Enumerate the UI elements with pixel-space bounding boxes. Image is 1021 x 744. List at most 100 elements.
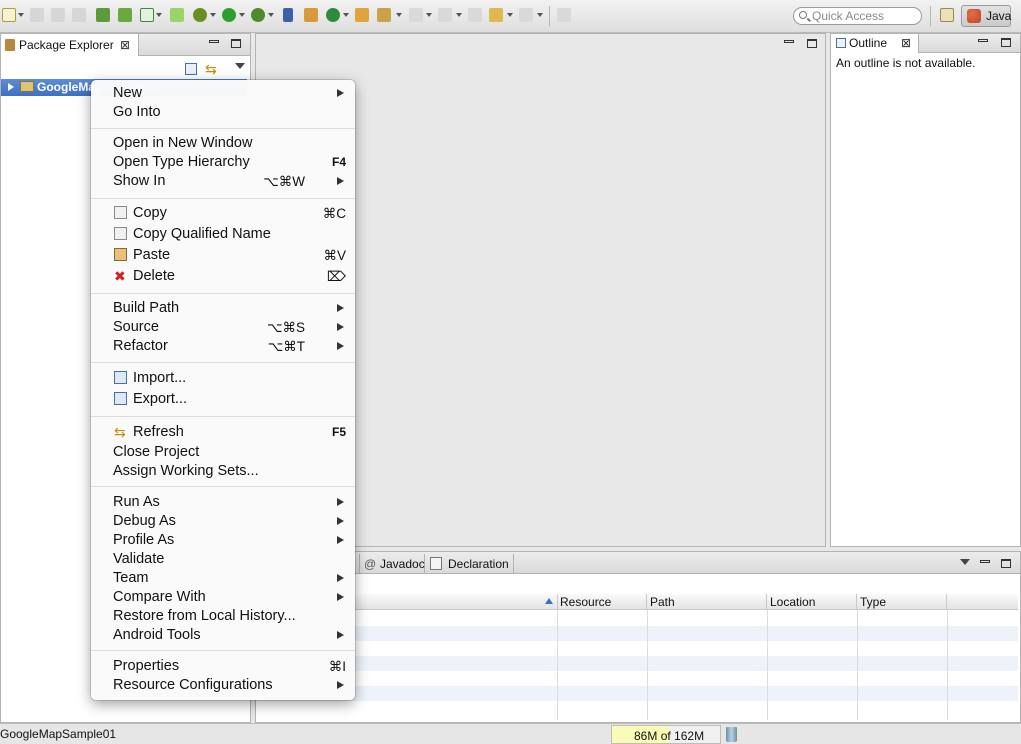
submenu-arrow-icon [337,574,344,582]
external-tools-dropdown-icon[interactable] [268,13,274,17]
menu-item-label: Copy Qualified Name [133,226,271,242]
link-with-editor-icon[interactable]: ⇆ [205,61,217,78]
editor-minimize-icon[interactable] [784,40,794,43]
menu-item-delete[interactable]: ✖ Delete ⌦ [91,267,355,286]
new-wizard-icon[interactable] [2,8,16,22]
skip-breakpoints-icon[interactable] [283,8,293,22]
menu-item-close-project[interactable]: Close Project [91,443,355,462]
pin-editor-icon[interactable] [557,8,571,22]
menu-item-restore-from-local-history[interactable]: Restore from Local History... [91,607,355,626]
heap-used-value: 86M [634,729,658,743]
menu-item-refactor[interactable]: Refactor ⌥⌘T [91,337,355,356]
menu-item-team[interactable]: Team [91,569,355,588]
lint-dropdown-icon[interactable] [156,13,162,17]
menu-separator [91,128,355,129]
outline-minimize-icon[interactable] [978,39,988,42]
android-avd-manager-icon[interactable] [118,8,132,22]
menu-item-profile-as[interactable]: Profile As [91,531,355,550]
debug-dropdown-icon[interactable] [210,13,216,17]
back-arrow-icon[interactable] [489,8,503,22]
tab-declaration[interactable]: Declaration [426,554,514,574]
outline-maximize-icon[interactable] [1001,38,1011,47]
new-class-dropdown-icon[interactable] [343,13,349,17]
column-header-type[interactable]: Type [857,594,947,610]
print-icon[interactable] [72,8,86,22]
column-header-path[interactable]: Path [647,594,767,610]
debug-icon[interactable] [193,8,207,22]
new-java-class-icon[interactable] [326,8,340,22]
menu-item-refresh[interactable]: ⇆ Refresh F5 [91,423,355,442]
garbage-collect-icon[interactable] [726,727,737,742]
editor-maximize-icon[interactable] [807,39,817,48]
view-menu-icon[interactable] [960,559,970,565]
save-icon[interactable] [30,8,44,22]
menu-item-resource-configurations[interactable]: Resource Configurations [91,676,355,695]
previous-annotation-icon[interactable] [438,8,452,22]
bottom-maximize-icon[interactable] [1001,559,1011,568]
maximize-icon[interactable] [231,39,241,48]
expand-arrow-icon[interactable] [8,83,14,91]
back-dropdown-icon[interactable] [507,13,513,17]
bottom-minimize-icon[interactable] [980,560,990,563]
column-header-resource[interactable]: Resource [557,594,647,610]
tab-outline[interactable]: Outline ⊠ [831,34,919,53]
run-dropdown-icon[interactable] [239,13,245,17]
last-edit-location-icon[interactable] [468,8,482,22]
search-tool-icon[interactable] [377,8,391,22]
android-sdk-manager-icon[interactable] [96,8,110,22]
table-row [258,626,1018,641]
menu-item-new[interactable]: New [91,84,355,103]
open-type-icon[interactable] [355,8,369,22]
new-dropdown-icon[interactable] [18,13,24,17]
menu-item-label: Validate [113,551,165,567]
tab-package-explorer[interactable]: Package Explorer ⊠ [1,34,139,56]
menu-item-properties[interactable]: Properties ⌘I [91,657,355,676]
menu-item-copy-qualified-name[interactable]: Copy Qualified Name [91,225,355,244]
menu-item-copy[interactable]: Copy ⌘C [91,204,355,223]
next-annotation-icon[interactable] [409,8,423,22]
menu-item-paste[interactable]: Paste ⌘V [91,246,355,265]
menu-item-compare-with[interactable]: Compare With [91,588,355,607]
menu-item-open-in-new-window[interactable]: Open in New Window [91,134,355,153]
menu-item-assign-working-sets[interactable]: Assign Working Sets... [91,462,355,481]
new-java-package-icon[interactable] [304,8,318,22]
open-perspective-icon[interactable] [940,8,954,22]
menu-item-validate[interactable]: Validate [91,550,355,569]
menu-item-import[interactable]: Import... [91,369,355,388]
menu-item-show-in[interactable]: Show In ⌥⌘W [91,172,355,191]
search-dropdown-icon[interactable] [396,13,402,17]
view-menu-icon[interactable] [235,63,245,69]
menu-item-run-as[interactable]: Run As [91,493,355,512]
column-divider [857,610,858,720]
new-android-project-icon[interactable] [170,8,184,22]
close-icon[interactable]: ⊠ [120,34,130,56]
heap-status[interactable]: 86M of 162M [611,725,721,744]
menu-separator [91,486,355,487]
quick-access-input[interactable]: Quick Access [793,7,922,25]
menu-item-shortcut: ⌘C [322,206,346,221]
menu-separator [91,416,355,417]
next-annotation-dropdown-icon[interactable] [426,13,432,17]
menu-item-export[interactable]: Export... [91,390,355,409]
lint-check-icon[interactable] [140,8,154,22]
forward-dropdown-icon[interactable] [537,13,543,17]
javadoc-tab-label: Javadoc [380,557,425,571]
column-divider [647,610,648,720]
forward-arrow-icon[interactable] [519,8,533,22]
close-icon[interactable]: ⊠ [901,34,911,53]
minimize-icon[interactable] [209,40,219,43]
menu-item-go-into[interactable]: Go Into [91,103,355,122]
tab-javadoc[interactable]: @ Javadoc [359,554,425,574]
external-tools-icon[interactable] [251,8,265,22]
collapse-all-icon[interactable] [185,63,197,75]
save-all-icon[interactable] [51,8,65,22]
java-perspective-button[interactable]: Java [961,5,1011,27]
menu-item-source[interactable]: Source ⌥⌘S [91,318,355,337]
menu-item-open-type-hierarchy[interactable]: Open Type Hierarchy F4 [91,153,355,172]
menu-item-build-path[interactable]: Build Path [91,299,355,318]
menu-item-debug-as[interactable]: Debug As [91,512,355,531]
column-header-location[interactable]: Location [767,594,857,610]
menu-item-android-tools[interactable]: Android Tools [91,626,355,645]
previous-annotation-dropdown-icon[interactable] [456,13,462,17]
run-icon[interactable] [222,8,236,22]
